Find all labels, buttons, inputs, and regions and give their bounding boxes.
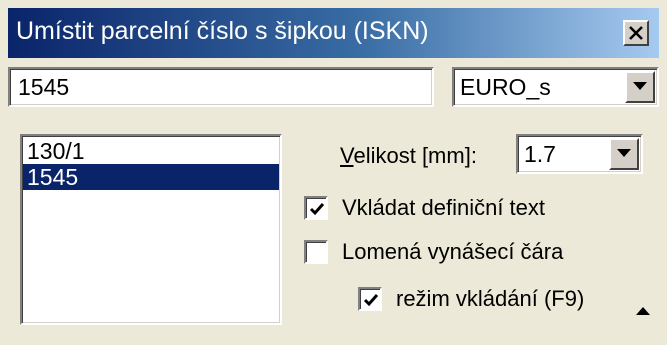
insert-mode-label[interactable]: režim vkládání (F9) — [396, 286, 584, 312]
list-item[interactable]: 130/1 — [23, 138, 279, 164]
parcel-number-input[interactable]: 1545 — [8, 67, 434, 107]
size-label-accelerator: V — [340, 143, 354, 168]
font-select-value: EURO_s — [460, 74, 551, 100]
size-label: Velikost [mm]: — [340, 143, 477, 169]
list-item[interactable]: 1545 — [23, 164, 279, 190]
font-select-dropdown-button[interactable] — [625, 71, 655, 103]
chevron-down-icon — [617, 149, 631, 157]
expand-up-icon[interactable] — [636, 306, 650, 315]
insert-mode-checkbox[interactable] — [358, 287, 382, 311]
size-label-text: elikost [mm]: — [353, 143, 477, 168]
insert-definition-text-label[interactable]: Vkládat definiční text — [342, 195, 545, 221]
dialog-window: Umístit parcelní číslo s šipkou (ISKN) 1… — [0, 0, 667, 345]
insert-definition-text-checkbox[interactable] — [304, 196, 328, 220]
window-title: Umístit parcelní číslo s šipkou (ISKN) — [16, 17, 429, 45]
broken-leader-line-checkbox[interactable] — [304, 240, 328, 264]
close-icon — [629, 26, 643, 40]
checkmark-icon — [363, 294, 379, 307]
chevron-down-icon — [633, 82, 647, 90]
parcel-number-value: 1545 — [18, 74, 70, 100]
font-select[interactable]: EURO_s — [452, 67, 659, 107]
parcel-list[interactable]: 130/1 1545 — [20, 134, 282, 325]
size-select-dropdown-button[interactable] — [609, 138, 639, 170]
close-button[interactable] — [623, 20, 649, 46]
size-select-value: 1.7 — [524, 141, 556, 167]
size-select[interactable]: 1.7 — [516, 134, 643, 174]
broken-leader-line-label[interactable]: Lomená vynášecí čára — [342, 239, 563, 265]
checkmark-icon — [309, 203, 325, 216]
title-bar[interactable]: Umístit parcelní číslo s šipkou (ISKN) — [8, 8, 659, 58]
